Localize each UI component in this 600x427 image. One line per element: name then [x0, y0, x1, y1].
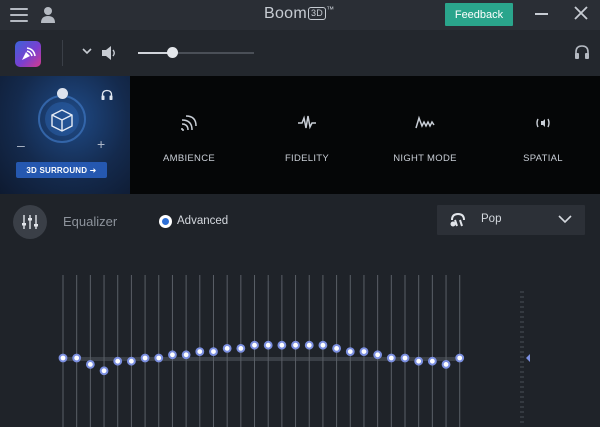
- eq-band-knob[interactable]: [209, 347, 218, 356]
- logo-icon: [22, 47, 36, 60]
- preset-label[interactable]: Pop: [481, 213, 501, 225]
- 3d-surround-button[interactable]: 3D SURROUND ➜: [16, 162, 107, 178]
- chevron-down-icon[interactable]: [82, 46, 92, 56]
- advanced-label[interactable]: Advanced: [177, 215, 228, 227]
- speaker-icon[interactable]: [100, 44, 118, 62]
- feedback-button[interactable]: Feedback: [445, 3, 513, 26]
- cube-3d-icon: [51, 109, 73, 132]
- effect-label: AMBIENCE: [162, 153, 216, 164]
- close-icon[interactable]: [574, 6, 588, 20]
- headphones-icon[interactable]: [574, 44, 590, 60]
- eq-band-knob[interactable]: [345, 347, 355, 356]
- eq-band-knob[interactable]: [58, 353, 68, 363]
- eq-band-knob[interactable]: [318, 340, 328, 350]
- surround-dial-knob[interactable]: [57, 88, 68, 99]
- surround-headphones-icon[interactable]: [101, 89, 113, 101]
- effect-label: NIGHT MODE: [393, 153, 457, 164]
- eq-band-knob[interactable]: [140, 353, 150, 363]
- effect-ambience[interactable]: AMBIENCE: [130, 76, 248, 194]
- eq-band-knob[interactable]: [373, 350, 383, 360]
- spatial-icon: [536, 118, 550, 128]
- eq-band-knob[interactable]: [126, 356, 136, 366]
- fidelity-icon: [298, 115, 316, 130]
- app-logo[interactable]: [15, 41, 41, 67]
- preamp-indicator[interactable]: [526, 354, 530, 362]
- advanced-radio-dot: [162, 218, 169, 225]
- equalizer-title: Equalizer: [63, 214, 118, 229]
- eq-band-knob[interactable]: [236, 344, 246, 353]
- equalizer-toggle[interactable]: [13, 205, 47, 239]
- menu-icon[interactable]: [10, 8, 28, 22]
- eq-band-knob[interactable]: [400, 353, 410, 363]
- eq-band-knob[interactable]: [332, 344, 342, 353]
- eq-band-knob[interactable]: [168, 350, 177, 360]
- eq-band-knob[interactable]: [181, 350, 191, 360]
- eq-band-knob[interactable]: [195, 347, 205, 356]
- eq-band-knob[interactable]: [304, 340, 314, 350]
- eq-band-knob[interactable]: [72, 353, 82, 363]
- eq-band-knob[interactable]: [154, 353, 164, 363]
- eq-band-knob[interactable]: [250, 340, 259, 350]
- eq-band-knob[interactable]: [455, 353, 465, 363]
- app-title-badge: 3D: [308, 7, 327, 21]
- surround-minus[interactable]: –: [17, 137, 25, 153]
- effect-label: SPATIAL: [523, 153, 563, 164]
- effect-night-mode[interactable]: NIGHT MODE: [366, 76, 484, 194]
- effect-label: FIDELITY: [284, 153, 330, 164]
- effect-fidelity[interactable]: FIDELITY: [248, 76, 366, 194]
- toolbar-divider: [62, 40, 63, 66]
- equalizer-icon: [22, 215, 38, 229]
- eq-band-knob[interactable]: [414, 356, 424, 366]
- eq-center-line: [63, 357, 460, 361]
- night-mode-icon: [415, 115, 435, 129]
- app-title-text: Boom: [264, 5, 307, 22]
- eq-band-knob[interactable]: [291, 340, 300, 350]
- eq-band-knob[interactable]: [277, 340, 287, 350]
- minimize-icon[interactable]: [535, 13, 548, 15]
- equalizer-bands[interactable]: [0, 250, 600, 427]
- app-title: Boom 3D ™: [264, 5, 334, 23]
- eq-band-knob[interactable]: [263, 340, 273, 350]
- user-icon[interactable]: [40, 6, 56, 24]
- effect-spatial[interactable]: SPATIAL: [484, 76, 600, 194]
- eq-band-knob[interactable]: [85, 360, 95, 369]
- ambience-icon: [181, 115, 197, 131]
- eq-band-knob[interactable]: [359, 347, 369, 356]
- eq-band-knob[interactable]: [441, 360, 451, 369]
- eq-band-knob[interactable]: [386, 353, 396, 363]
- eq-band-knob[interactable]: [99, 366, 109, 376]
- eq-band-knob[interactable]: [222, 344, 232, 353]
- surround-plus[interactable]: +: [97, 136, 105, 152]
- chevron-down-icon[interactable]: [558, 214, 572, 224]
- trademark: ™: [326, 5, 335, 14]
- eq-band-knob[interactable]: [113, 356, 123, 366]
- preset-icon: [450, 212, 465, 227]
- eq-band-knob[interactable]: [427, 356, 437, 366]
